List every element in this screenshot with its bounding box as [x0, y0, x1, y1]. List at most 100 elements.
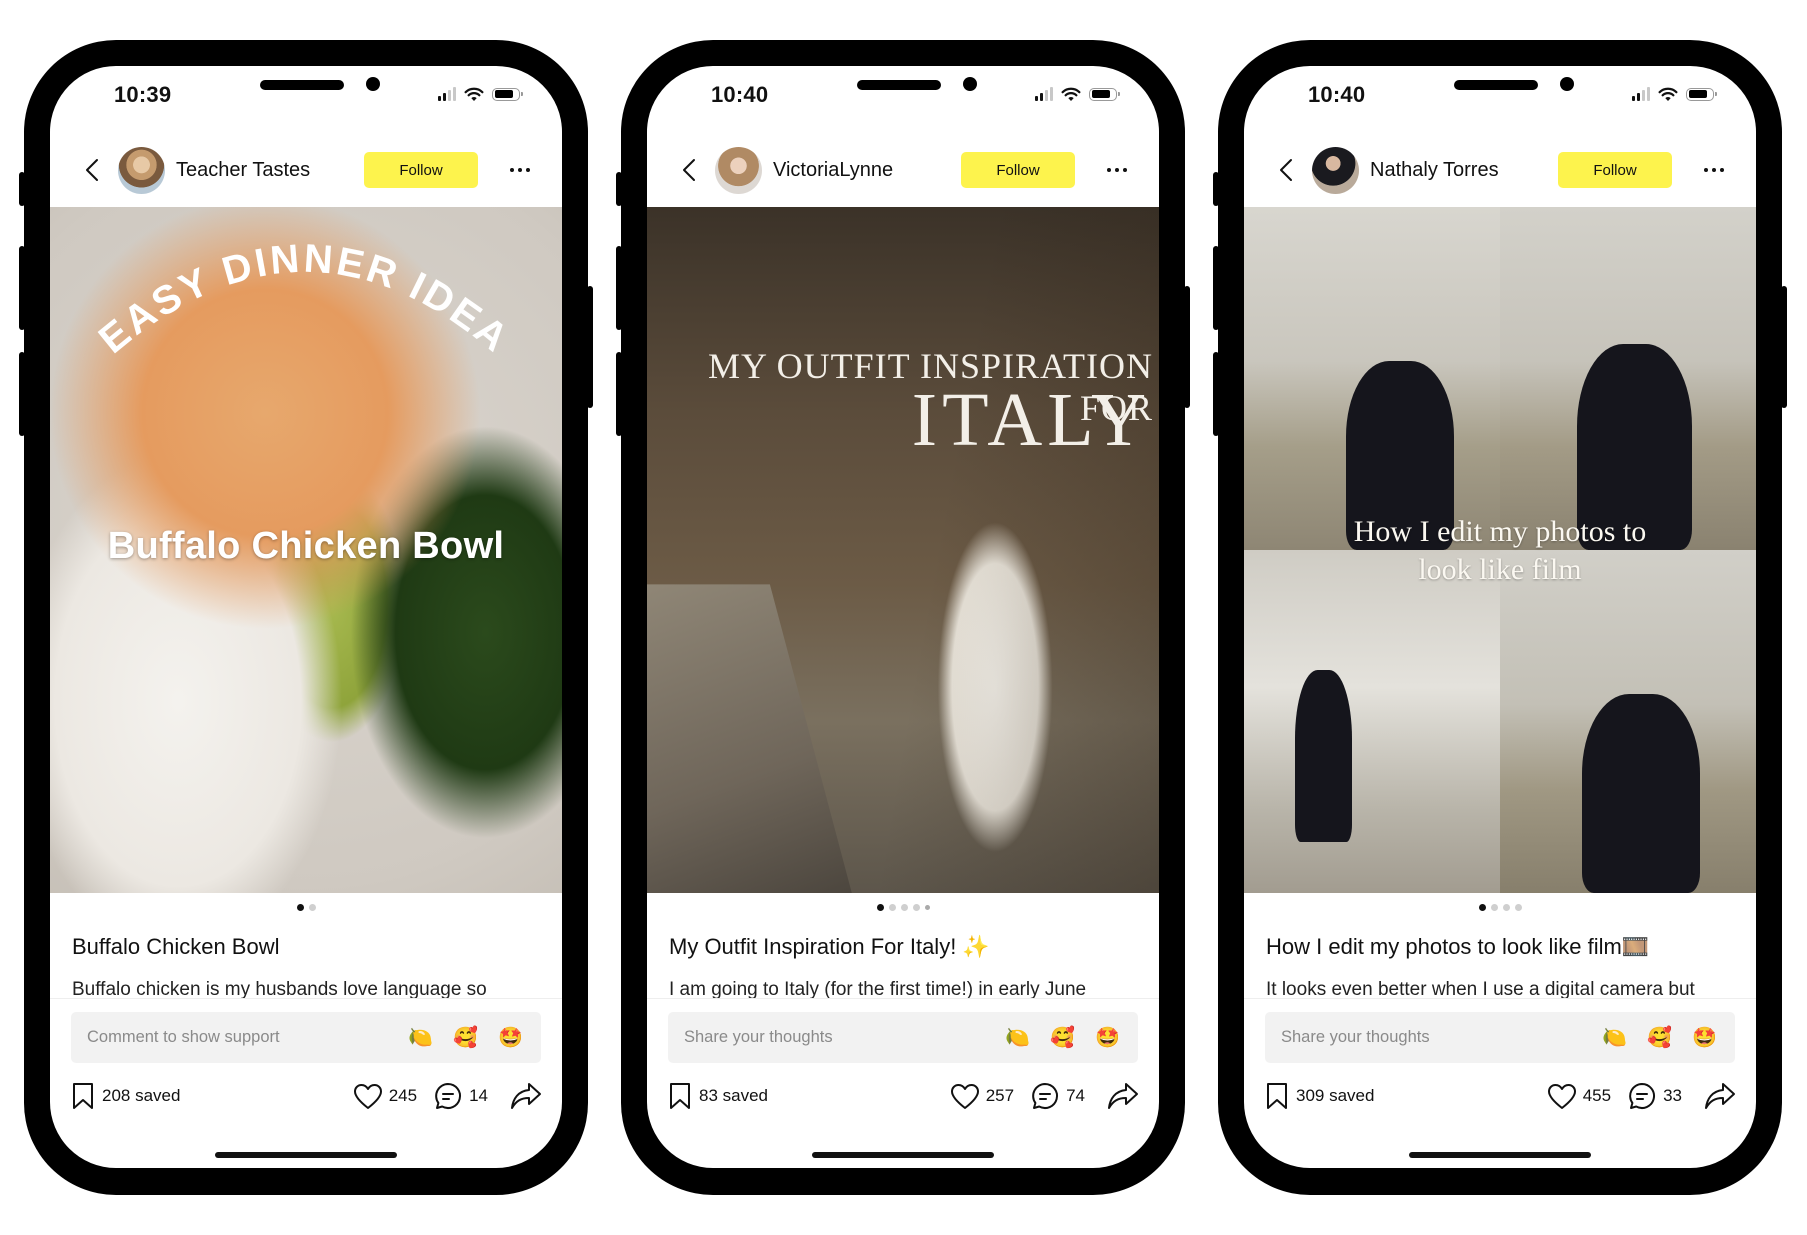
post-title: Buffalo Chicken Bowl [72, 934, 280, 959]
love-face-emoji-button[interactable]: 🥰 [453, 1025, 478, 1050]
carousel-dot[interactable] [1502, 904, 1510, 911]
carousel-dot[interactable] [296, 904, 304, 911]
like-button[interactable]: 257 [950, 1083, 1014, 1110]
lemon-emoji-button[interactable]: 🍋 [408, 1025, 433, 1050]
like-button[interactable]: 245 [353, 1083, 417, 1110]
comment-button[interactable]: 14 [433, 1081, 488, 1111]
carousel-indicator [1244, 904, 1756, 911]
carousel-indicator [50, 904, 562, 911]
carousel-dot[interactable] [1514, 904, 1522, 911]
share-button[interactable] [1107, 1082, 1139, 1110]
post-description[interactable]: It looks even better when I use a digita… [1266, 976, 1736, 998]
status-icons [1035, 84, 1120, 104]
saved-count: 208 saved [102, 1086, 181, 1105]
username[interactable]: VictoriaLynne [773, 159, 961, 182]
share-button[interactable] [1704, 1082, 1736, 1110]
post-actions: 83 saved 257 74 [669, 1078, 1139, 1114]
comment-input[interactable]: Share your thoughts 🍋 🥰 🤩 [668, 1012, 1138, 1063]
cellular-signal-icon [1632, 87, 1650, 101]
share-button[interactable] [510, 1082, 542, 1110]
battery-icon [492, 87, 523, 101]
post-header: Nathaly Torres Follow [1244, 146, 1756, 194]
divider [647, 998, 1159, 999]
carousel-indicator [647, 904, 1159, 911]
post-image-carousel[interactable]: EASY DINNER IDEA Buffalo Chicken Bowl [50, 207, 562, 893]
home-indicator[interactable] [1409, 1152, 1591, 1158]
follow-button[interactable]: Follow [364, 152, 478, 188]
comment-input[interactable]: Share your thoughts 🍋 🥰 🤩 [1265, 1012, 1735, 1063]
bookmark-icon [1267, 1083, 1287, 1109]
save-button[interactable]: 83 saved [669, 1082, 934, 1110]
back-button[interactable] [78, 155, 106, 185]
carousel-dot[interactable] [308, 904, 316, 911]
status-icons [438, 84, 523, 104]
battery-icon [1686, 87, 1717, 101]
back-button[interactable] [1272, 155, 1300, 185]
phone-mockup-3: 10:40 Nathaly Torres Follow How I edit m… [1213, 40, 1787, 1195]
chevron-left-icon [86, 159, 98, 181]
lemon-emoji-button[interactable]: 🍋 [1602, 1025, 1627, 1050]
like-count: 257 [985, 1086, 1015, 1105]
power-button [1781, 286, 1787, 408]
carousel-dot[interactable] [888, 904, 896, 911]
post-description[interactable]: I am going to Italy (for the first time!… [669, 976, 1139, 998]
status-time: 10:40 [711, 82, 769, 107]
volume-up-button [616, 246, 622, 330]
follow-button[interactable]: Follow [961, 152, 1075, 188]
like-button[interactable]: 455 [1547, 1083, 1611, 1110]
speaker-notch [1454, 80, 1538, 90]
back-button[interactable] [675, 155, 703, 185]
overlay-line-2: look like film [1418, 553, 1582, 586]
avatar[interactable] [1312, 146, 1359, 194]
share-arrow-icon [1705, 1083, 1735, 1109]
grid-photo [1244, 207, 1500, 550]
home-indicator[interactable] [812, 1152, 994, 1158]
speaker-notch [857, 80, 941, 90]
comment-input[interactable]: Comment to show support 🍋 🥰 🤩 [71, 1012, 541, 1063]
wifi-icon [1658, 87, 1678, 101]
mute-switch [19, 172, 25, 206]
save-button[interactable]: 208 saved [72, 1082, 337, 1110]
wifi-icon [464, 87, 484, 101]
carousel-dot[interactable] [876, 904, 884, 911]
share-arrow-icon [1108, 1083, 1138, 1109]
post-title: How I edit my photos to look like film🎞️ [1266, 934, 1650, 959]
home-indicator[interactable] [215, 1152, 397, 1158]
star-struck-emoji-button[interactable]: 🤩 [498, 1025, 523, 1050]
overlay-top-text: EASY DINNER IDEA [91, 237, 515, 362]
carousel-dot[interactable] [924, 905, 930, 910]
post-image-carousel[interactable]: MY OUTFIT INSPIRATION FOR ITALY [647, 207, 1159, 893]
more-options-button[interactable] [1107, 168, 1133, 172]
star-struck-emoji-button[interactable]: 🤩 [1692, 1025, 1717, 1050]
username[interactable]: Teacher Tastes [176, 159, 364, 182]
grid-photo [1500, 207, 1756, 550]
more-horizontal-icon [510, 168, 514, 172]
more-options-button[interactable] [510, 168, 536, 172]
username[interactable]: Nathaly Torres [1370, 159, 1558, 182]
status-time: 10:39 [114, 82, 172, 107]
lemon-emoji-button[interactable]: 🍋 [1005, 1025, 1030, 1050]
carousel-dot[interactable] [1490, 904, 1498, 911]
status-icons [1632, 84, 1717, 104]
comment-button[interactable]: 74 [1030, 1081, 1085, 1111]
carousel-dot[interactable] [912, 904, 920, 911]
avatar[interactable] [118, 146, 165, 194]
more-options-button[interactable] [1704, 168, 1730, 172]
carousel-dot[interactable] [1478, 904, 1486, 911]
star-struck-emoji-button[interactable]: 🤩 [1095, 1025, 1120, 1050]
carousel-dot[interactable] [900, 904, 908, 911]
post-description[interactable]: Buffalo chicken is my husbands love lang… [72, 976, 542, 998]
post-image-carousel[interactable]: How I edit my photos to look like film [1244, 207, 1756, 893]
heart-icon [353, 1083, 382, 1109]
avatar[interactable] [715, 146, 762, 194]
like-count: 455 [1582, 1086, 1612, 1105]
chevron-left-icon [683, 159, 695, 181]
love-face-emoji-button[interactable]: 🥰 [1050, 1025, 1075, 1050]
save-button[interactable]: 309 saved [1266, 1082, 1531, 1110]
post-header: VictoriaLynne Follow [647, 146, 1159, 194]
comment-button[interactable]: 33 [1627, 1081, 1682, 1111]
love-face-emoji-button[interactable]: 🥰 [1647, 1025, 1672, 1050]
volume-down-button [616, 352, 622, 436]
power-button [587, 286, 593, 408]
follow-button[interactable]: Follow [1558, 152, 1672, 188]
